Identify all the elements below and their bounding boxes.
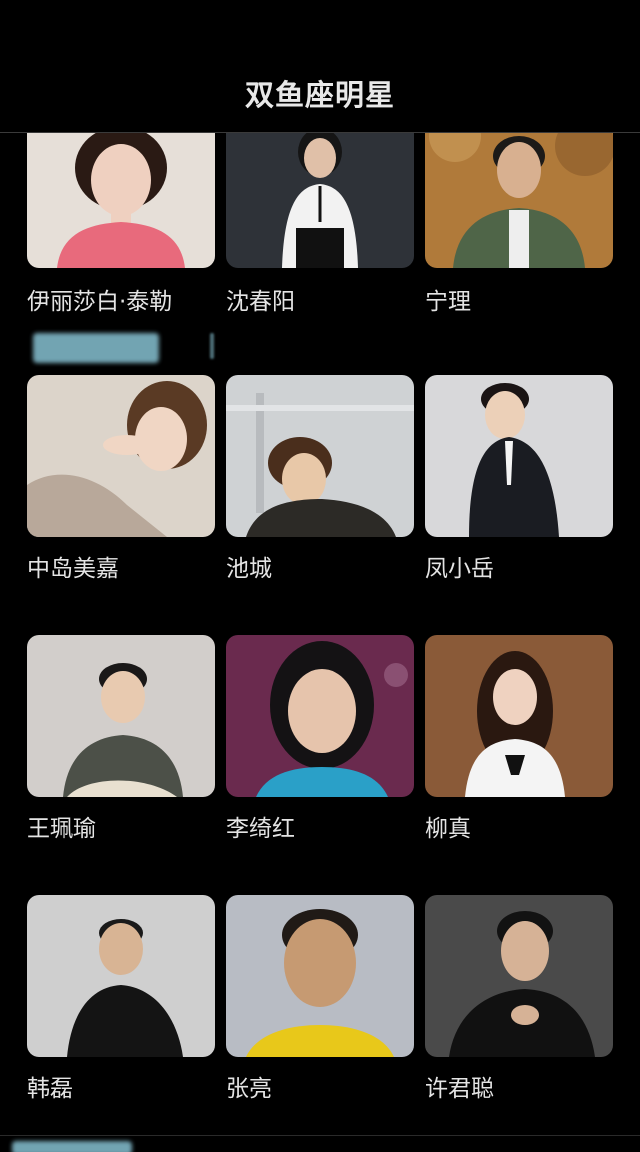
star-name: 王珮瑜 [27,816,96,842]
star-name: 张亮 [226,1076,272,1102]
star-photo[interactable] [27,375,215,537]
star-name: 宁理 [425,289,471,315]
star-card[interactable]: 韩磊 [27,893,215,1102]
portrait-image [425,133,613,268]
star-card[interactable]: 许君聪 [425,893,613,1102]
star-name: 许君聪 [425,1076,494,1102]
star-photo[interactable] [27,895,215,1057]
star-photo[interactable] [27,133,215,268]
star-card[interactable]: 李绮红 [226,633,414,842]
top-bar: 双鱼座明星 [0,0,640,133]
blurred-overlay [12,1141,132,1152]
portrait-image [425,375,613,537]
star-name: 中岛美嘉 [27,556,119,582]
star-card[interactable]: 柳真 [425,633,613,842]
portrait-image [425,895,613,1057]
star-name: 柳真 [425,816,471,842]
star-name: 伊丽莎白·泰勒 [27,289,173,315]
star-card[interactable]: 沈春阳 [226,133,414,315]
portrait-image [27,133,215,268]
portrait-image [27,375,215,537]
blurred-overlay [33,333,159,363]
page-title: 双鱼座明星 [244,78,395,112]
star-grid: 伊丽莎白·泰勒 沈春阳 宁理 中岛美嘉 池城 凤小岳 王珮瑜 李绮红 柳真 韩磊… [0,133,640,1152]
star-photo[interactable] [27,635,215,797]
star-photo[interactable] [226,895,414,1057]
star-photo[interactable] [226,635,414,797]
star-card[interactable]: 中岛美嘉 [27,373,215,582]
portrait-image [226,635,414,797]
star-photo[interactable] [425,895,613,1057]
star-photo[interactable] [226,375,414,537]
portrait-image [27,635,215,797]
star-name: 凤小岳 [425,556,494,582]
blurred-mark [210,333,214,359]
portrait-image [27,895,215,1057]
star-photo[interactable] [226,133,414,268]
star-card[interactable]: 宁理 [425,133,613,315]
star-card[interactable]: 凤小岳 [425,373,613,582]
portrait-image [425,635,613,797]
star-photo[interactable] [425,133,613,268]
star-card[interactable]: 伊丽莎白·泰勒 [27,133,215,315]
star-card[interactable]: 池城 [226,373,414,582]
portrait-image [226,133,414,268]
star-name: 池城 [226,556,272,582]
star-card[interactable]: 张亮 [226,893,414,1102]
portrait-image [226,895,414,1057]
portrait-image [226,375,414,537]
bottom-divider [0,1135,640,1136]
star-name: 沈春阳 [226,289,295,315]
star-photo[interactable] [425,635,613,797]
star-photo[interactable] [425,375,613,537]
star-name: 李绮红 [226,816,295,842]
star-name: 韩磊 [27,1076,73,1102]
star-card[interactable]: 王珮瑜 [27,633,215,842]
